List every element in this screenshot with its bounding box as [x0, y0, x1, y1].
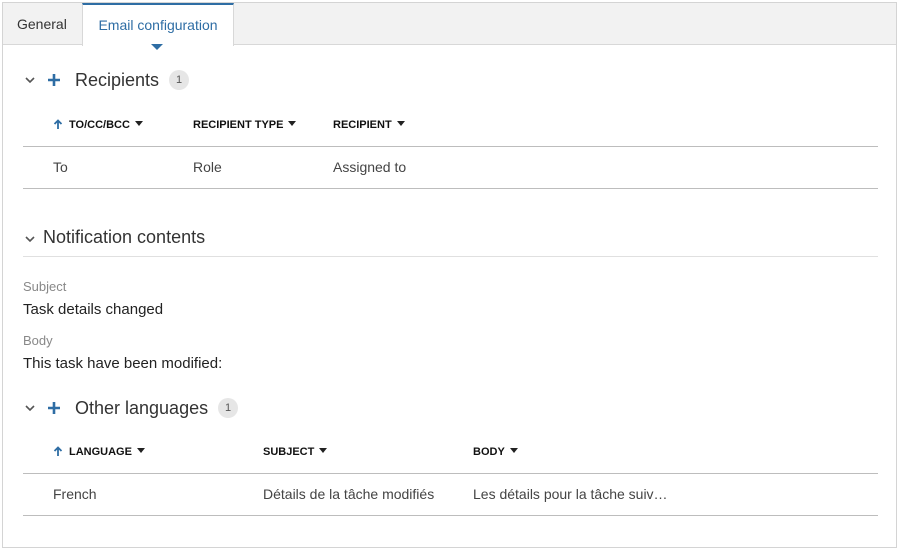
column-label: TO/CC/BCC	[69, 119, 130, 131]
column-label: BODY	[473, 446, 505, 458]
table-row[interactable]: To Role Assigned to	[23, 147, 878, 189]
column-header-to-cc-bcc[interactable]: TO/CC/BCC	[53, 103, 143, 147]
caret-down-icon	[288, 121, 297, 126]
caret-down-icon	[509, 448, 518, 453]
tab-bar: General Email configuration	[3, 3, 896, 50]
chevron-down-icon[interactable]	[23, 231, 37, 245]
other-languages-table: LANGUAGE SUBJECT BODY French Détails de …	[23, 430, 878, 516]
column-header-subject[interactable]: SUBJECT	[263, 430, 328, 474]
cell-subject: Détails de la tâche modifiés	[263, 486, 435, 502]
column-header-recipient[interactable]: RECIPIENT	[333, 103, 405, 147]
column-header-body[interactable]: BODY	[473, 430, 518, 474]
caret-down-icon	[396, 121, 405, 126]
recipients-count-badge: 1	[169, 70, 190, 90]
sort-arrow-up-icon	[53, 431, 63, 456]
body-value: This task have been modified:	[23, 355, 223, 372]
recipients-table: TO/CC/BCC RECIPIENT TYPE RECIPIENT To Ro…	[23, 103, 878, 189]
tab-general[interactable]: General	[3, 3, 83, 45]
recipients-header: Recipients 1	[23, 65, 190, 95]
caret-down-icon	[136, 448, 145, 453]
column-label: RECIPIENT	[333, 119, 392, 131]
table-row[interactable]: French Détails de la tâche modifiés Les …	[23, 474, 878, 516]
cell-recipient-type: Role	[193, 159, 222, 175]
subject-value: Task details changed	[23, 301, 164, 318]
recipients-title: Recipients	[75, 69, 160, 90]
column-header-recipient-type[interactable]: RECIPIENT TYPE	[193, 103, 297, 147]
other-languages-table-header: LANGUAGE SUBJECT BODY	[23, 430, 878, 474]
subject-label: Subject	[23, 279, 67, 294]
body-label: Body	[23, 333, 53, 348]
caret-down-icon	[319, 448, 328, 453]
column-label: RECIPIENT TYPE	[193, 119, 284, 131]
notification-contents-title: Notification contents	[43, 227, 206, 247]
active-tab-indicator	[151, 44, 163, 50]
add-recipient-plus-icon[interactable]	[47, 73, 61, 87]
other-languages-header: Other languages 1	[23, 393, 239, 423]
cell-to-cc-bcc: To	[53, 159, 68, 175]
chevron-down-icon[interactable]	[23, 73, 37, 87]
other-languages-count-badge: 1	[218, 398, 239, 418]
tab-email-configuration[interactable]: Email configuration	[82, 3, 234, 46]
column-label: SUBJECT	[263, 446, 315, 458]
notification-contents-header: Notification contents	[23, 219, 878, 257]
recipients-table-header: TO/CC/BCC RECIPIENT TYPE RECIPIENT	[23, 103, 878, 147]
cell-recipient: Assigned to	[333, 159, 407, 175]
add-language-plus-icon[interactable]	[47, 401, 61, 415]
other-languages-title: Other languages	[75, 397, 209, 418]
cell-body: Les détails pour la tâche suiv…	[473, 486, 668, 502]
cell-language: French	[53, 486, 97, 502]
sort-arrow-up-icon	[53, 104, 63, 129]
chevron-down-icon[interactable]	[23, 401, 37, 415]
column-header-language[interactable]: LANGUAGE	[53, 430, 145, 474]
caret-down-icon	[134, 121, 143, 126]
column-label: LANGUAGE	[69, 446, 132, 458]
email-configuration-panel: General Email configuration Recipients 1…	[2, 2, 897, 548]
